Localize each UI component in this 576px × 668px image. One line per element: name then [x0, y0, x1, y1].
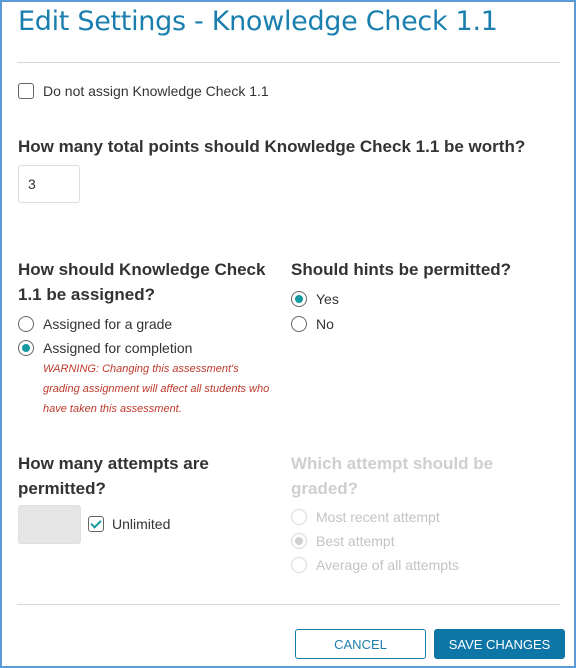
graded-option-label: Most recent attempt: [316, 509, 440, 525]
hints-option-no[interactable]: No: [291, 316, 334, 332]
graded-option-most-recent: Most recent attempt: [291, 509, 440, 525]
footer-divider: [17, 604, 560, 605]
hints-question: Should hints be permitted?: [291, 260, 512, 279]
do-not-assign-row[interactable]: Do not assign Knowledge Check 1.1: [18, 83, 269, 99]
points-question: How many total points should Knowledge C…: [18, 137, 526, 156]
header-divider: [17, 62, 560, 63]
assignment-option-label: Assigned for a grade: [43, 316, 173, 332]
radio-hints-yes[interactable]: [291, 291, 307, 307]
graded-option-best: Best attempt: [291, 533, 395, 549]
grading-warning: WARNING: Changing this assessment's grad…: [43, 359, 269, 419]
unlimited-row[interactable]: Unlimited: [88, 516, 170, 532]
attempts-question-line2: permitted?: [18, 479, 106, 498]
hints-option-label: Yes: [316, 291, 339, 307]
assignment-question-line1: How should Knowledge Check: [18, 260, 266, 279]
do-not-assign-checkbox[interactable]: [18, 83, 34, 99]
graded-attempt-question-line2: graded?: [291, 479, 359, 498]
do-not-assign-label: Do not assign Knowledge Check 1.1: [43, 83, 269, 99]
assignment-question: How should Knowledge Check 1.1 be assign…: [18, 257, 265, 307]
graded-option-label: Average of all attempts: [316, 557, 459, 573]
radio-assigned-grade[interactable]: [18, 316, 34, 332]
warning-line: have taken this assessment.: [43, 403, 182, 415]
points-input[interactable]: 3: [18, 165, 80, 203]
radio-average: [291, 557, 307, 573]
radio-assigned-completion[interactable]: [18, 340, 34, 356]
assignment-option-grade[interactable]: Assigned for a grade: [18, 316, 172, 332]
warning-line: WARNING: Changing this assessment's: [43, 363, 239, 375]
graded-option-label: Best attempt: [316, 533, 395, 549]
graded-attempt-question: Which attempt should be graded?: [291, 451, 493, 501]
save-changes-button[interactable]: SAVE CHANGES: [434, 629, 565, 659]
unlimited-checkbox[interactable]: [88, 516, 104, 532]
assignment-option-label: Assigned for completion: [43, 340, 193, 356]
unlimited-label: Unlimited: [112, 516, 171, 532]
hints-option-label: No: [316, 316, 334, 332]
radio-most-recent: [291, 509, 307, 525]
radio-hints-no[interactable]: [291, 316, 307, 332]
cancel-button[interactable]: CANCEL: [295, 629, 426, 659]
radio-best: [291, 533, 307, 549]
attempts-question: How many attempts are permitted?: [18, 451, 209, 501]
assignment-question-line2: 1.1 be assigned?: [18, 285, 155, 304]
graded-attempt-question-line1: Which attempt should be: [291, 454, 494, 473]
attempts-question-line1: How many attempts are: [18, 454, 209, 473]
graded-option-average: Average of all attempts: [291, 557, 459, 573]
assignment-option-completion[interactable]: Assigned for completion: [18, 340, 192, 356]
attempts-input[interactable]: [18, 505, 81, 544]
dialog-title: Edit Settings - Knowledge Check 1.1: [18, 6, 498, 37]
warning-line: grading assignment will affect all stude…: [43, 383, 270, 395]
hints-option-yes[interactable]: Yes: [291, 291, 339, 307]
